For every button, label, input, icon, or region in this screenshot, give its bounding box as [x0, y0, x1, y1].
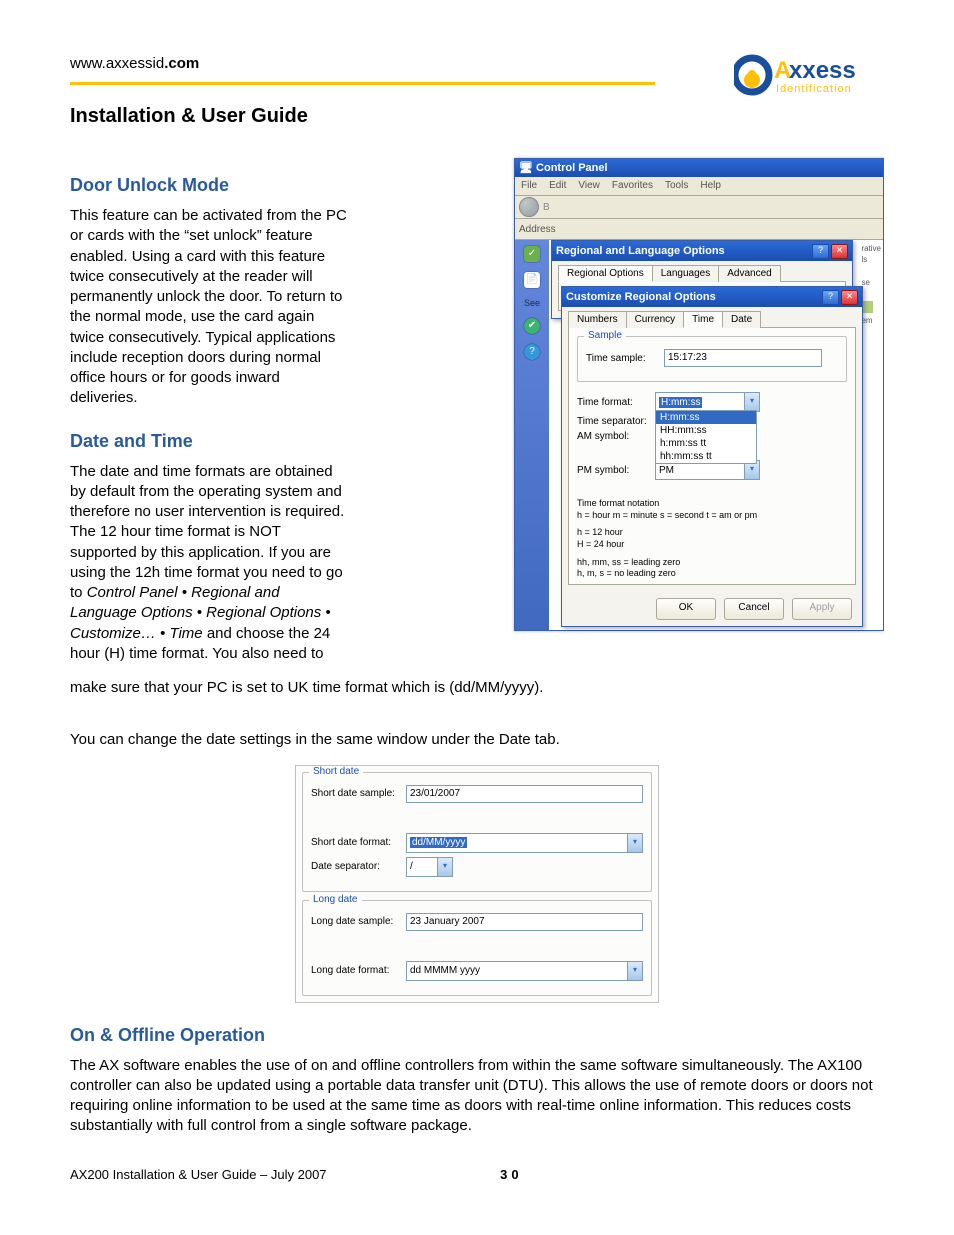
chevron-down-icon: ▾: [744, 393, 759, 411]
tab-date[interactable]: Date: [722, 311, 761, 328]
tab-advanced[interactable]: Advanced: [718, 265, 780, 282]
date-settings-panel: Short date Short date sample: 23/01/2007…: [295, 765, 659, 1003]
page-footer: AX200 Installation & User Guide – July 2…: [70, 1167, 884, 1182]
time-sample-label: Time sample:: [586, 353, 664, 364]
time-sep-label: Time separator:: [577, 416, 655, 427]
menu-favorites[interactable]: Favorites: [612, 177, 653, 195]
long-date-legend: Long date: [309, 894, 362, 905]
address-bar[interactable]: Address: [515, 219, 883, 240]
cp-toolbar: B: [515, 196, 883, 219]
long-date-sample-field: 23 January 2007: [406, 913, 643, 931]
long-date-format-select[interactable]: dd MMMM yyyy ▾: [406, 961, 643, 981]
sidebar-icon-1[interactable]: ✓: [524, 246, 540, 262]
heading-door-unlock: Door Unlock Mode: [70, 175, 350, 196]
time-format-select[interactable]: H:mm:ss ▾: [655, 392, 760, 412]
chevron-down-icon: ▾: [627, 834, 642, 852]
customize-tabs: Numbers Currency Time Date: [562, 307, 862, 328]
customize-dialog-titlebar[interactable]: Customize Regional Options ? ✕: [562, 287, 862, 307]
heading-on-offline: On & Offline Operation: [70, 1025, 884, 1046]
sidebar-icon-2[interactable]: 📄: [524, 272, 540, 288]
brand-logo: A xxess Identification: [734, 50, 884, 100]
tab-numbers[interactable]: Numbers: [568, 311, 627, 328]
menu-tools[interactable]: Tools: [665, 177, 688, 195]
dropdown-option[interactable]: HH:mm:ss: [656, 424, 756, 437]
menu-view[interactable]: View: [578, 177, 600, 195]
cp-menubar[interactable]: File Edit View Favorites Tools Help: [515, 177, 883, 196]
cp-icon: 🖥: [519, 162, 533, 174]
short-date-sample-field: 23/01/2007: [406, 785, 643, 803]
svg-text:xxess: xxess: [789, 57, 856, 84]
am-label: AM symbol:: [577, 431, 655, 442]
cp-titlebar[interactable]: 🖥 Control Panel: [515, 159, 883, 177]
tab-languages[interactable]: Languages: [652, 265, 720, 282]
short-sample-label: Short date sample:: [311, 788, 406, 799]
sidebar-see-label: See: [524, 298, 540, 308]
para-door-unlock: This feature can be activated from the P…: [70, 206, 350, 409]
time-notation: Time format notation h = hour m = minute…: [577, 498, 847, 580]
back-button[interactable]: [519, 197, 539, 217]
short-date-format-select[interactable]: dd/MM/yyyy ▾: [406, 833, 643, 853]
sidebar-icon-4[interactable]: ?: [524, 344, 540, 360]
close-button[interactable]: ✕: [831, 244, 848, 259]
short-format-label: Short date format:: [311, 837, 406, 848]
page-title: Installation & User Guide: [70, 105, 884, 128]
tab-regional-options[interactable]: Regional Options: [558, 265, 653, 282]
close-button-2[interactable]: ✕: [841, 290, 858, 305]
regional-dialog-titlebar[interactable]: Regional and Language Options ? ✕: [552, 241, 852, 261]
heading-date-time: Date and Time: [70, 431, 350, 452]
regional-tabs: Regional Options Languages Advanced: [552, 261, 852, 282]
help-button[interactable]: ?: [812, 244, 829, 259]
para-on-offline: The AX software enables the use of on an…: [70, 1056, 884, 1137]
customize-regional-dialog: Customize Regional Options ? ✕ Numbers C…: [561, 286, 863, 627]
para-date-time-3: You can change the date settings in the …: [70, 730, 884, 750]
time-format-dropdown[interactable]: H:mm:ss HH:mm:ss h:mm:ss tt hh:mm:ss tt: [655, 410, 757, 464]
time-format-label: Time format:: [577, 397, 655, 408]
ok-button[interactable]: OK: [656, 598, 716, 620]
chevron-down-icon: ▾: [437, 858, 452, 876]
tab-time[interactable]: Time: [683, 311, 723, 328]
chevron-down-icon: ▾: [627, 962, 642, 980]
dialog-buttons: OK Cancel Apply: [562, 592, 862, 626]
cp-sidebar: ✓ 📄 See ✔ ?: [515, 240, 549, 630]
long-sample-label: Long date sample:: [311, 916, 406, 927]
date-sep-label: Date separator:: [311, 861, 406, 872]
page-number: 30: [500, 1167, 522, 1182]
sample-fieldset: Sample Time sample: 15:17:23: [577, 336, 847, 382]
control-panel-window: 🖥 Control Panel File Edit View Favorites…: [514, 158, 884, 631]
tab-currency[interactable]: Currency: [626, 311, 685, 328]
short-date-legend: Short date: [309, 766, 363, 777]
cp-icons-right: rativelsse em: [861, 243, 881, 326]
help-button-2[interactable]: ?: [822, 290, 839, 305]
menu-file[interactable]: File: [521, 177, 537, 195]
time-sample-field: 15:17:23: [664, 349, 822, 367]
menu-edit[interactable]: Edit: [549, 177, 566, 195]
dropdown-option[interactable]: h:mm:ss tt: [656, 437, 756, 450]
dropdown-option[interactable]: hh:mm:ss tt: [656, 450, 756, 463]
menu-help[interactable]: Help: [700, 177, 721, 195]
apply-button[interactable]: Apply: [792, 598, 852, 620]
cancel-button[interactable]: Cancel: [724, 598, 784, 620]
svg-text:Identification: Identification: [776, 83, 852, 95]
header-divider: [70, 82, 655, 85]
para-date-time-2: make sure that your PC is set to UK time…: [70, 678, 884, 698]
para-date-time-1: The date and time formats are obtained b…: [70, 462, 350, 665]
date-separator-select[interactable]: / ▾: [406, 857, 453, 877]
dropdown-option[interactable]: H:mm:ss: [656, 411, 756, 424]
sidebar-icon-3[interactable]: ✔: [524, 318, 540, 334]
long-format-label: Long date format:: [311, 965, 406, 976]
pm-label: PM symbol:: [577, 465, 655, 476]
